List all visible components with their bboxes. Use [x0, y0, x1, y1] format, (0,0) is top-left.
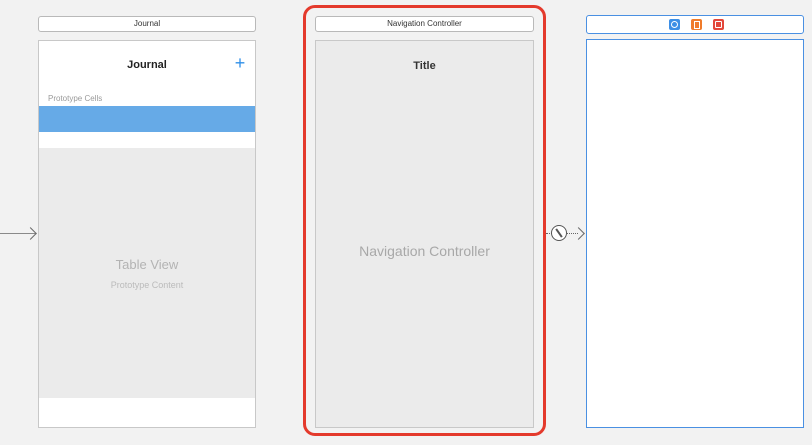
navigation-bar-title: Title	[413, 60, 436, 72]
add-icon[interactable]: +	[233, 53, 247, 73]
table-view-label: Table View	[115, 257, 179, 272]
navigation-scene-title-label: Navigation Controller	[387, 19, 462, 28]
third-scene[interactable]	[586, 39, 804, 428]
prototype-cells-header: Prototype Cells	[48, 94, 103, 103]
segue-relationship-icon[interactable]	[551, 225, 567, 241]
journal-scene-title-label: Journal	[133, 19, 161, 28]
exit-icon[interactable]	[713, 19, 724, 30]
entry-arrow-head	[24, 227, 37, 240]
journal-navigation-bar: Journal +	[39, 41, 255, 93]
table-view-placeholder[interactable]: Table View Prototype Content	[39, 148, 255, 398]
first-responder-icon[interactable]	[691, 19, 702, 30]
view-controller-icon[interactable]	[669, 19, 680, 30]
segue-arrow-head	[572, 227, 585, 240]
navigation-controller-scene[interactable]: Title Navigation Controller	[315, 40, 534, 428]
prototype-content-label: Prototype Content	[110, 280, 184, 290]
navigation-scene-title[interactable]: Navigation Controller	[315, 16, 534, 32]
journal-scene[interactable]: Journal + Prototype Cells Table View Pro…	[38, 40, 256, 428]
navigation-controller-placeholder: Navigation Controller	[359, 243, 490, 259]
journal-nav-title: Journal	[127, 59, 167, 71]
third-scene-dock[interactable]	[586, 15, 804, 34]
prototype-cell[interactable]	[39, 106, 255, 132]
journal-scene-title[interactable]: Journal	[38, 16, 256, 32]
